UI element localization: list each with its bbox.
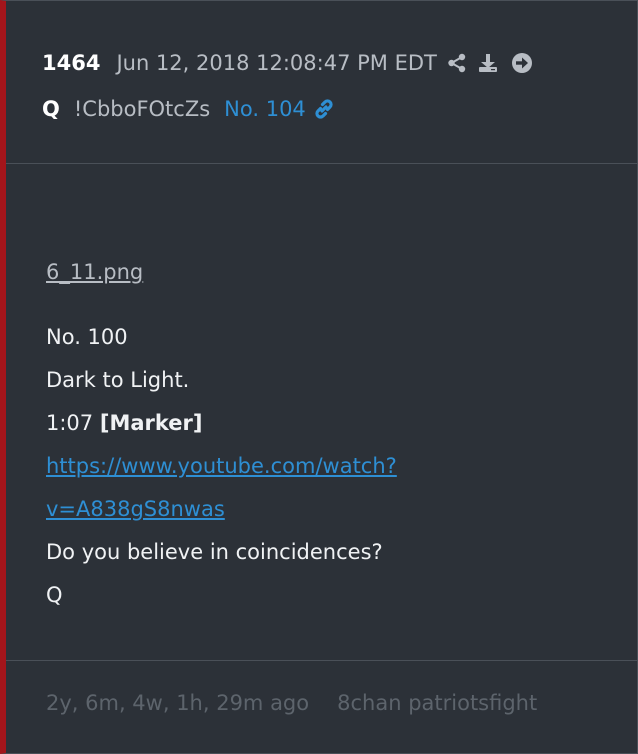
download-icon[interactable] [477,52,499,74]
post-source: 8chan patriotsfight [337,691,538,715]
post-body: 6_11.png No. 100 Dark to Light. 1:07 [Ma… [46,251,397,617]
post-header: 1464 Jun 12, 2018 12:08:47 PM EDT Q !Cbb… [6,1,638,164]
body-line-signature: Q [46,583,63,607]
attached-file-link[interactable]: 6_11.png [46,251,397,294]
marker-label: [Marker] [99,411,203,435]
body-line-timestamp: 1:07 [Marker] [46,402,397,445]
post-author: Q [42,97,60,121]
footer-row: 2y, 6m, 4w, 1h, 29m ago 8chan patriotsfig… [46,691,537,715]
post-meta-row: 1464 Jun 12, 2018 12:08:47 PM EDT [42,47,533,79]
youtube-link-line2[interactable]: v=A838gS8nwas [46,488,397,531]
arrow-right-circle-icon[interactable] [511,52,533,74]
body-line: Dark to Light. [46,368,190,392]
post-date: Jun 12, 2018 12:08:47 PM EDT [116,51,437,75]
share-icon[interactable] [447,53,467,73]
post-number: 1464 [42,51,101,75]
body-line: Do you believe in coincidences? [46,540,383,564]
post-reference-link[interactable]: No. 104 [224,97,306,121]
body-line: No. 100 [46,325,128,349]
post-footer: 2y, 6m, 4w, 1h, 29m ago 8chan patriotsfig… [6,660,638,753]
post-age: 2y, 6m, 4w, 1h, 29m ago [46,691,310,715]
youtube-link-line1[interactable]: https://www.youtube.com/watch? [46,445,397,488]
post-tripcode: !CbboFOtcZs [73,97,211,121]
timestamp-text: 1:07 [46,411,100,435]
link-icon[interactable] [312,97,336,121]
post-card: 1464 Jun 12, 2018 12:08:47 PM EDT Q !Cbb… [0,0,638,754]
post-author-row: Q !CbboFOtcZs No. 104 [42,93,336,125]
